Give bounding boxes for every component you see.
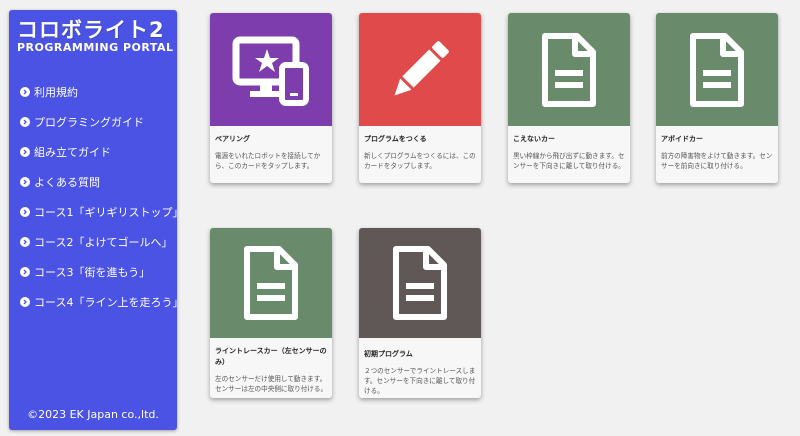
card-image bbox=[656, 13, 778, 126]
sidebar-item-assembly-guide[interactable]: 組み立てガイド bbox=[20, 137, 183, 167]
devices-star-icon bbox=[232, 36, 309, 106]
chevron-right-icon bbox=[20, 117, 30, 127]
sidebar-item-label: 組み立てガイド bbox=[34, 146, 111, 159]
sidebar-item-label: コース3「街を進もう」 bbox=[34, 266, 151, 279]
card-create-program[interactable]: プログラムをつくる 新しくプログラムをつくるには、このカードをタップします。 bbox=[359, 13, 481, 183]
sidebar-nav: 利用規約 プログラミングガイド 組み立てガイド よくある質問 コース1「ギリギリ… bbox=[20, 77, 183, 317]
chevron-right-icon bbox=[20, 237, 30, 247]
logo-subtitle: PROGRAMMING PORTAL bbox=[17, 41, 174, 54]
copyright: ©2023 EK Japan co.,ltd. bbox=[27, 408, 159, 421]
card-image bbox=[210, 228, 332, 338]
document-icon bbox=[690, 32, 744, 107]
card-image bbox=[359, 13, 481, 126]
card-description: 左のセンサーだけ使用して動きます。センサーは左の中央側に取り付ける。 bbox=[215, 375, 328, 393]
card-description: ２つのセンサーでライントレースします。センサーを下向きに離して取り付ける。 bbox=[364, 367, 476, 395]
card-title: 初期プログラム bbox=[364, 350, 413, 358]
card-description: 電源をいれたロボットを接続してから、このカードをタップします。 bbox=[215, 152, 321, 170]
chevron-right-icon bbox=[20, 177, 30, 187]
sidebar-item-label: プログラミングガイド bbox=[34, 116, 144, 129]
sidebar-item-programming-guide[interactable]: プログラミングガイド bbox=[20, 107, 183, 137]
card-description: 黒い枠線から飛び出ずに動きます。センサーを下向きに離して取り付ける。 bbox=[513, 152, 625, 170]
chevron-right-icon bbox=[20, 297, 30, 307]
sidebar-item-course-2[interactable]: コース2「よけてゴールへ」 bbox=[20, 227, 183, 257]
sidebar-item-label: 利用規約 bbox=[34, 86, 78, 99]
card-initial-program[interactable]: 初期プログラム ２つのセンサーでライントレースします。センサーを下向きに離して取… bbox=[359, 228, 481, 398]
logo-title: コロボライト2 bbox=[17, 18, 165, 42]
card-title: プログラムをつくる bbox=[364, 135, 427, 143]
document-icon bbox=[542, 32, 596, 107]
card-description: 新しくプログラムをつくるには、このカードをタップします。 bbox=[364, 152, 476, 170]
card-title: ライントレースカー（左センサーのみ） bbox=[215, 347, 327, 366]
sidebar-item-label: よくある質問 bbox=[34, 176, 100, 189]
chevron-right-icon bbox=[20, 147, 30, 157]
card-description: 前方の障害物をよけて動きます。センサーを前向きに取り付ける。 bbox=[661, 152, 773, 170]
card-sample-program[interactable]: アボイドカー 前方の障害物をよけて動きます。センサーを前向きに取り付ける。 bbox=[656, 13, 778, 183]
card-sample-program[interactable]: ライントレースカー（左センサーのみ） 左のセンサーだけ使用して動きます。センサー… bbox=[210, 228, 332, 398]
card-image bbox=[210, 13, 332, 126]
card-pairing[interactable]: ペアリング 電源をいれたロボットを接続してから、このカードをタップします。 bbox=[210, 13, 332, 183]
chevron-right-icon bbox=[20, 267, 30, 277]
card-sample-program[interactable]: こえないカー 黒い枠線から飛び出ずに動きます。センサーを下向きに離して取り付ける… bbox=[508, 13, 630, 183]
chevron-right-icon bbox=[20, 87, 30, 97]
chevron-right-icon bbox=[20, 207, 30, 217]
sidebar: コロボライト2 PROGRAMMING PORTAL 利用規約 プログラミングガ… bbox=[9, 10, 183, 430]
sidebar-item-label: コース4「ライン上を走ろう」 bbox=[34, 296, 184, 309]
sidebar-item-course-4[interactable]: コース4「ライン上を走ろう」 bbox=[20, 287, 183, 317]
sidebar-item-label: コース1「ギリギリストップ」 bbox=[34, 206, 184, 219]
sidebar-item-faq[interactable]: よくある質問 bbox=[20, 167, 183, 197]
sidebar-item-course-3[interactable]: コース3「街を進もう」 bbox=[20, 257, 183, 287]
card-title: ペアリング bbox=[215, 135, 250, 143]
sidebar-item-label: コース2「よけてゴールへ」 bbox=[34, 236, 173, 249]
sidebar-item-terms[interactable]: 利用規約 bbox=[20, 77, 183, 107]
card-title: アボイドカー bbox=[661, 135, 703, 143]
document-icon bbox=[244, 246, 298, 320]
pencil-icon bbox=[394, 40, 449, 95]
document-icon bbox=[393, 246, 447, 320]
card-image bbox=[508, 13, 630, 126]
card-image bbox=[359, 228, 481, 338]
sidebar-item-course-1[interactable]: コース1「ギリギリストップ」 bbox=[20, 197, 183, 227]
card-title: こえないカー bbox=[513, 135, 555, 143]
